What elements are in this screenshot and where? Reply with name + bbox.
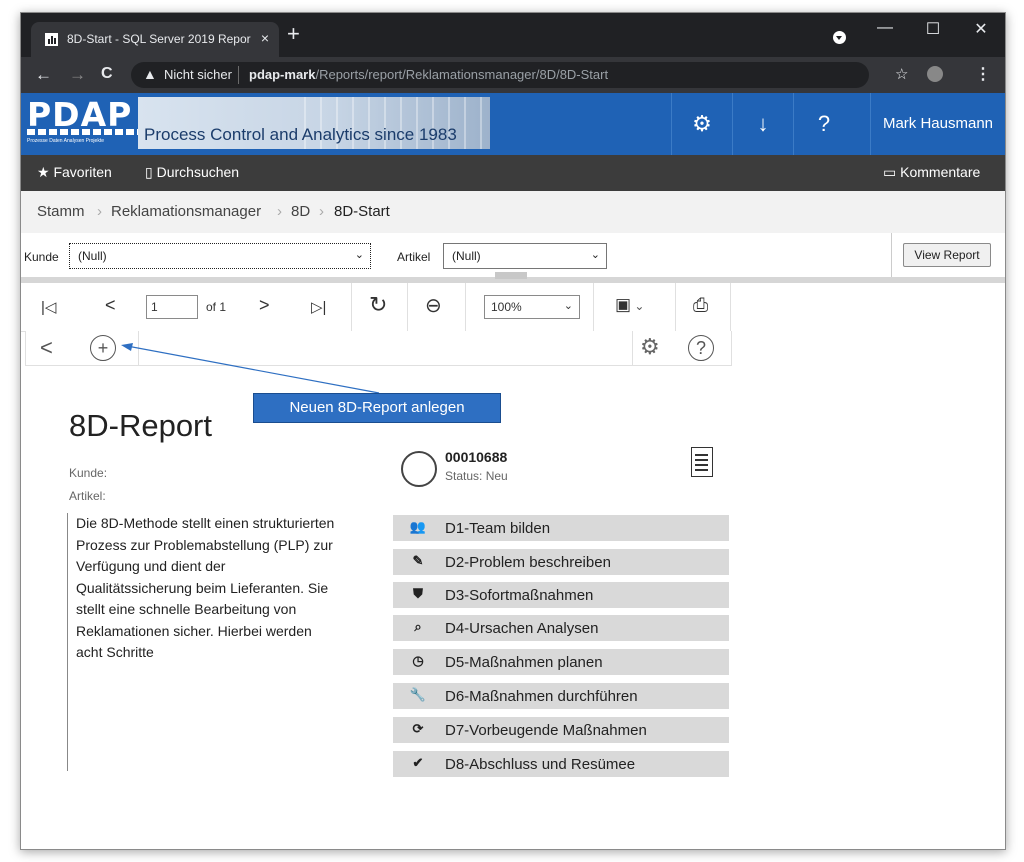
- step-item[interactable]: ⌕ D4-Ursachen Analysen: [393, 615, 729, 641]
- step-item[interactable]: ✔ D8-Abschluss und Resümee: [393, 751, 729, 777]
- check-icon: ✔: [412, 755, 424, 770]
- step-item[interactable]: ✎ D2-Problem beschreiben: [393, 549, 729, 575]
- report-title: 8D-Report: [69, 408, 212, 443]
- step-label: D8-Abschluss und Resümee: [445, 756, 636, 773]
- step-item[interactable]: ⟳ D7-Vorbeugende Maßnahmen: [393, 717, 729, 743]
- callout-label: Neuen 8D-Report anlegen: [253, 393, 501, 423]
- step-label: D7-Vorbeugende Maßnahmen: [445, 722, 647, 739]
- search-icon: ⌕: [414, 619, 422, 634]
- step-label: D1-Team bilden: [445, 520, 551, 537]
- artikel-field: Artikel:: [69, 489, 106, 503]
- step-item[interactable]: 🔧 D6-Maßnahmen durchführen: [393, 683, 729, 709]
- status-circle-icon: [401, 451, 437, 487]
- report-number[interactable]: 00010688: [445, 449, 507, 465]
- kunde-field: Kunde:: [69, 466, 108, 480]
- wrench-icon: 🔧: [409, 687, 427, 702]
- step-label: D2-Problem beschreiben: [445, 554, 611, 571]
- step-item[interactable]: ⛊ D3-Sofortmaßnahmen: [393, 582, 729, 608]
- report-status: Status: Neu: [445, 469, 508, 483]
- people-icon: 👥: [409, 519, 427, 534]
- pencil-icon: ✎: [412, 553, 424, 568]
- step-label: D6-Maßnahmen durchführen: [445, 688, 638, 705]
- step-label: D4-Ursachen Analysen: [445, 620, 599, 637]
- document-icon[interactable]: [691, 447, 713, 477]
- step-item[interactable]: ◷ D5-Maßnahmen planen: [393, 649, 729, 675]
- step-label: D3-Sofortmaßnahmen: [445, 587, 594, 604]
- browser-window: 8D-Start - SQL Server 2019 Repor × + — ☐…: [20, 12, 1006, 850]
- step-label: D5-Maßnahmen planen: [445, 654, 603, 671]
- clock-icon: ◷: [412, 653, 424, 668]
- cycle-icon: ⟳: [412, 721, 424, 736]
- shield-icon: ⛊: [413, 586, 423, 601]
- step-item[interactable]: 👥 D1-Team bilden: [393, 515, 729, 541]
- report-description: Die 8D-Methode stellt einen strukturiert…: [67, 513, 341, 771]
